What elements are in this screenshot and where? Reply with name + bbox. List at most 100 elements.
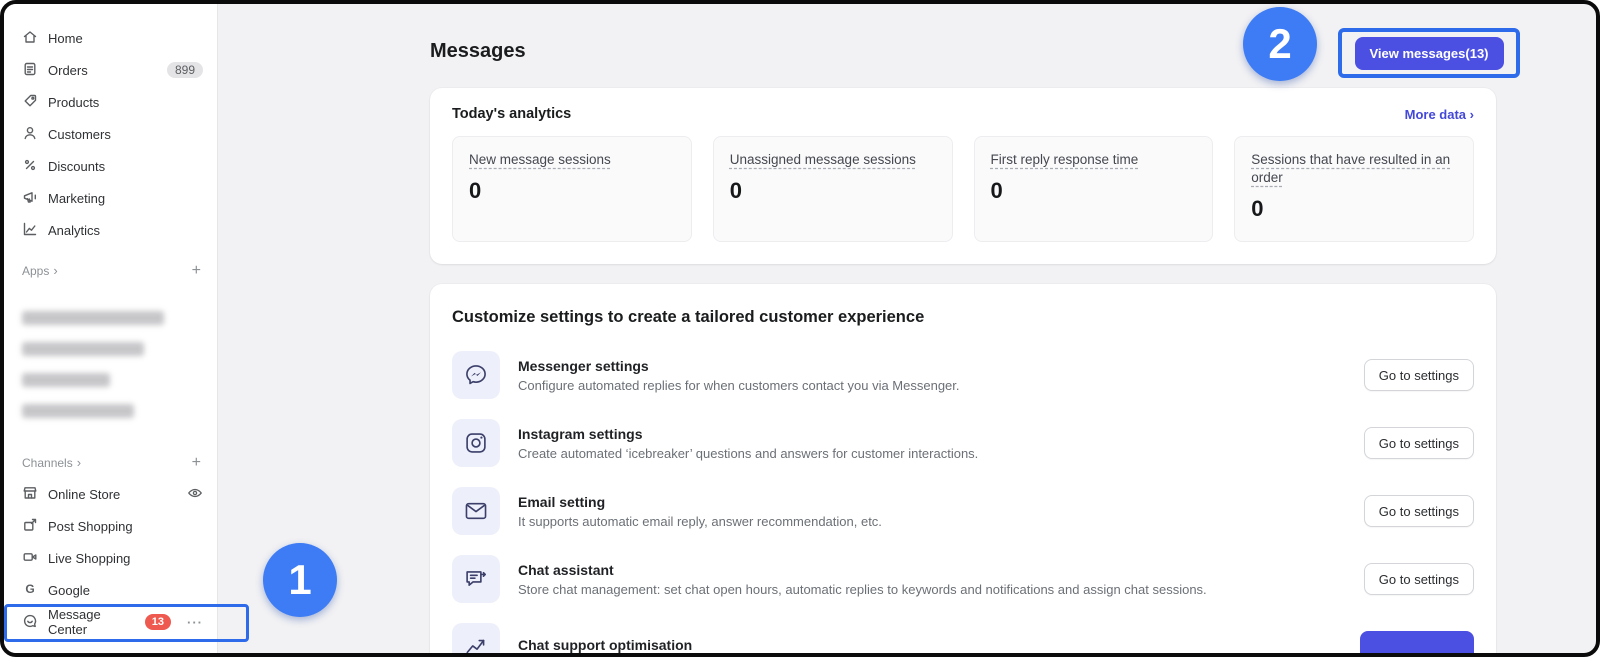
sidebar-item-label: Google [48, 583, 90, 598]
sidebar-item-orders[interactable]: Orders 899 [4, 54, 217, 86]
channels-section-label[interactable]: Channels [22, 456, 73, 470]
redacted-app-item[interactable] [22, 373, 110, 387]
customers-icon [22, 125, 38, 144]
sidebar-item-post-shopping[interactable]: Post Shopping [4, 510, 217, 542]
channels-section-header: Channels › + [4, 448, 217, 478]
stat-first-reply-response-time: First reply response time 0 [974, 136, 1214, 242]
settings-card-title: Customize settings to create a tailored … [452, 308, 1474, 327]
page-title: Messages [430, 40, 526, 63]
settings-row-messenger: Messenger settings Configure automated r… [452, 349, 1474, 401]
stat-value: 0 [730, 178, 936, 204]
apps-section-label[interactable]: Apps [22, 264, 49, 278]
stat-label: Unassigned message sessions [730, 151, 936, 169]
sidebar-item-label: Customers [48, 127, 111, 142]
chevron-right-icon: › [53, 263, 57, 278]
chat-assistant-icon [452, 555, 500, 603]
add-app-button[interactable]: + [192, 263, 201, 279]
google-icon: G [22, 581, 38, 600]
sidebar-item-label: Live Shopping [48, 551, 130, 566]
stat-label: Sessions that have resulted in an order [1251, 151, 1457, 187]
post-shopping-icon [22, 517, 38, 536]
sidebar-item-label: Analytics [48, 223, 100, 238]
sidebar-item-label: Marketing [48, 191, 105, 206]
redacted-app-item[interactable] [22, 311, 164, 325]
sidebar-item-online-store[interactable]: Online Store [4, 478, 217, 510]
redacted-app-item[interactable] [22, 342, 144, 356]
go-to-settings-button[interactable]: Go to settings [1364, 359, 1474, 391]
sidebar-item-products[interactable]: Products [4, 86, 217, 118]
analytics-icon [22, 221, 38, 240]
stat-value: 0 [991, 178, 1197, 204]
settings-row-desc: Create automated ‘icebreaker’ questions … [518, 446, 978, 461]
settings-row-desc: Configure automated replies for when cus… [518, 378, 960, 393]
settings-row-title: Messenger settings [518, 358, 960, 374]
go-to-settings-button[interactable]: Go to settings [1364, 427, 1474, 459]
stat-new-message-sessions: New message sessions 0 [452, 136, 692, 242]
chevron-right-icon: › [77, 455, 81, 470]
add-channel-button[interactable]: + [192, 455, 201, 471]
orders-icon [22, 61, 38, 80]
sidebar-item-home[interactable]: Home [4, 22, 217, 54]
go-to-settings-button[interactable] [1360, 631, 1474, 657]
annotation-rect-step-2: View messages(13) [1338, 28, 1520, 78]
more-options-icon[interactable]: ··· [187, 615, 203, 630]
discounts-icon [22, 157, 38, 176]
eye-icon[interactable] [187, 485, 203, 504]
apps-section-header: Apps › + [4, 256, 217, 286]
view-messages-button[interactable]: View messages(13) [1355, 37, 1504, 70]
sidebar-item-customers[interactable]: Customers [4, 118, 217, 150]
settings-card: Customize settings to create a tailored … [430, 284, 1496, 657]
stat-value: 0 [469, 178, 675, 204]
settings-row-title: Email setting [518, 494, 882, 510]
sidebar-item-label: Post Shopping [48, 519, 133, 534]
sidebar-item-google[interactable]: G Google [4, 574, 217, 606]
go-to-settings-button[interactable]: Go to settings [1364, 495, 1474, 527]
more-data-link[interactable]: More data › [1405, 107, 1474, 122]
settings-row-title: Chat support optimisation [518, 637, 692, 653]
go-to-settings-button[interactable]: Go to settings [1364, 563, 1474, 595]
settings-row-title: Chat assistant [518, 562, 1207, 578]
sidebar-item-marketing[interactable]: Marketing [4, 182, 217, 214]
sidebar-item-label: Message Center [48, 607, 129, 637]
settings-row-email: Email setting It supports automatic emai… [452, 485, 1474, 537]
message-center-unread-badge: 13 [145, 614, 171, 630]
sidebar-item-message-center[interactable]: Message Center 13 ··· [4, 606, 217, 638]
apps-list [4, 311, 217, 418]
sidebar-item-discounts[interactable]: Discounts [4, 150, 217, 182]
analytics-card: Today's analytics More data › New messag… [430, 88, 1496, 264]
annotation-step-2-circle: 2 [1243, 7, 1317, 81]
messenger-icon [452, 351, 500, 399]
sidebar-item-label: Orders [48, 63, 88, 78]
sidebar: Home Orders 899 Products Customers Disco… [4, 4, 218, 653]
email-icon [452, 487, 500, 535]
redacted-app-item[interactable] [22, 404, 134, 418]
sidebar-item-analytics[interactable]: Analytics [4, 214, 217, 246]
sidebar-item-live-shopping[interactable]: Live Shopping [4, 542, 217, 574]
settings-row-chat-assistant: Chat assistant Store chat management: se… [452, 553, 1474, 605]
chat-support-icon [452, 623, 500, 657]
sidebar-item-label: Products [48, 95, 99, 110]
settings-row-desc: Store chat management: set chat open hou… [518, 582, 1207, 597]
live-shopping-icon [22, 549, 38, 568]
settings-row-instagram: Instagram settings Create automated ‘ice… [452, 417, 1474, 469]
analytics-card-title: Today's analytics [452, 106, 571, 122]
home-icon [22, 29, 38, 48]
stat-sessions-resulting-in-order: Sessions that have resulted in an order … [1234, 136, 1474, 242]
message-center-icon [22, 613, 38, 632]
settings-row-title: Instagram settings [518, 426, 978, 442]
products-icon [22, 93, 38, 112]
stat-label: New message sessions [469, 151, 675, 169]
storefront-icon [22, 485, 38, 504]
settings-row-chat-support-optimisation: Chat support optimisation [452, 621, 1474, 657]
sidebar-item-label: Home [48, 31, 83, 46]
annotation-step-1-circle: 1 [263, 543, 337, 617]
sidebar-item-label: Online Store [48, 487, 120, 502]
svg-text:G: G [25, 582, 34, 596]
instagram-icon [452, 419, 500, 467]
sidebar-item-label: Discounts [48, 159, 105, 174]
orders-count-badge: 899 [167, 62, 203, 78]
stat-label: First reply response time [991, 151, 1197, 169]
app-window: Home Orders 899 Products Customers Disco… [0, 0, 1600, 657]
stat-unassigned-message-sessions: Unassigned message sessions 0 [713, 136, 953, 242]
stats-row: New message sessions 0 Unassigned messag… [452, 136, 1474, 242]
